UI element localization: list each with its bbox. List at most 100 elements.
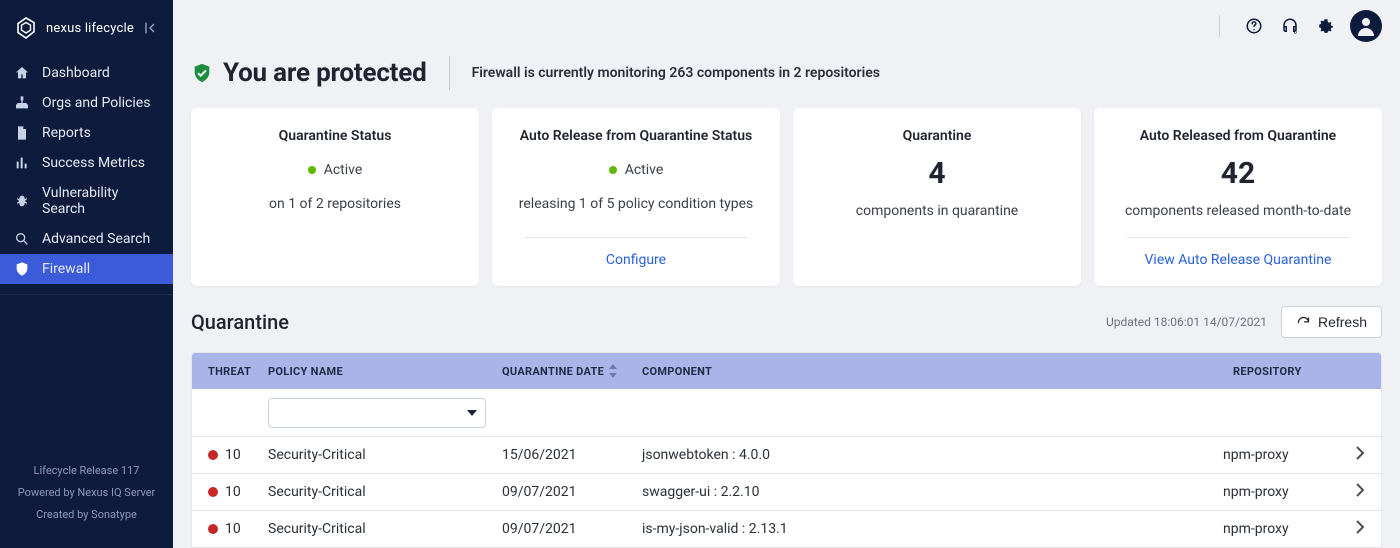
threat-dot-icon	[208, 450, 218, 460]
row-expand[interactable]	[1355, 446, 1365, 464]
status-text: Active	[324, 162, 363, 178]
sidebar-item-success-metrics[interactable]: Success Metrics	[0, 148, 173, 178]
refresh-label: Refresh	[1318, 314, 1367, 330]
section-header: Quarantine Updated 18:06:01 14/07/2021 R…	[191, 306, 1382, 338]
count-value: 42	[1221, 156, 1255, 191]
chevron-down-icon	[467, 408, 477, 418]
th-component[interactable]: COMPONENT	[642, 365, 1233, 378]
table-filter-row	[192, 389, 1381, 437]
card-auto-released-count: Auto Released from Quarantine 42 compone…	[1094, 108, 1382, 286]
sidebar-item-orgs-policies[interactable]: Orgs and Policies	[0, 88, 173, 118]
view-auto-release-link[interactable]: View Auto Release Quarantine	[1145, 252, 1332, 268]
user-avatar[interactable]	[1350, 10, 1382, 42]
status-text: Active	[625, 162, 664, 178]
bar-chart-icon	[14, 155, 30, 171]
sidebar-item-dashboard[interactable]: Dashboard	[0, 58, 173, 88]
th-threat[interactable]: THREAT	[208, 365, 268, 378]
date-cell: 09/07/2021	[502, 521, 642, 537]
status-dot-icon	[308, 166, 316, 174]
policy-filter-select[interactable]	[268, 398, 486, 428]
hero-subtitle: Firewall is currently monitoring 263 com…	[472, 65, 880, 81]
threat-cell: 10	[208, 521, 268, 537]
th-policy[interactable]: POLICY NAME	[268, 365, 502, 378]
file-icon	[14, 125, 30, 141]
support-button[interactable]: 8	[1274, 10, 1306, 42]
sitemap-icon	[14, 95, 30, 111]
sidebar-item-label: Vulnerability Search	[42, 185, 159, 217]
sidebar-item-label: Advanced Search	[42, 231, 150, 247]
sidebar-item-advanced-search[interactable]: Advanced Search	[0, 224, 173, 254]
sidebar-item-reports[interactable]: Reports	[0, 118, 173, 148]
threat-cell: 10	[208, 447, 268, 463]
card-title: Auto Released from Quarantine	[1140, 128, 1336, 144]
svg-text:8: 8	[1294, 29, 1298, 36]
gear-icon	[1317, 17, 1335, 35]
th-repository[interactable]: REPOSITORY	[1233, 365, 1343, 378]
date-cell: 09/07/2021	[502, 484, 642, 500]
card-title: Quarantine Status	[279, 128, 392, 144]
configure-link[interactable]: Configure	[606, 252, 666, 268]
table-row[interactable]: 10 Security-Critical09/07/2021swagger-ui …	[192, 474, 1381, 511]
sidebar-collapse-button[interactable]	[141, 19, 159, 37]
card-divider	[525, 237, 747, 238]
sidebar-item-label: Orgs and Policies	[42, 95, 150, 111]
refresh-icon	[1296, 315, 1311, 330]
quarantine-table: THREAT POLICY NAME QUARANTINE DATE COMPO…	[191, 352, 1382, 548]
sidebar-item-firewall[interactable]: Firewall	[0, 254, 173, 284]
policy-cell: Security-Critical	[268, 484, 502, 500]
help-button[interactable]	[1238, 10, 1270, 42]
refresh-button[interactable]: Refresh	[1281, 306, 1382, 338]
hero: You are protected Firewall is currently …	[191, 56, 1382, 90]
sidebar: nexus lifecycle Dashboard Orgs and Polic…	[0, 0, 173, 548]
status-dot-icon	[609, 166, 617, 174]
logo-hexagon-icon	[14, 16, 38, 40]
footer-powered: Powered by Nexus IQ Server	[10, 482, 163, 504]
component-cell: is-my-json-valid : 2.13.1	[642, 521, 1223, 537]
sidebar-item-label: Success Metrics	[42, 155, 145, 171]
search-icon	[14, 231, 30, 247]
card-quarantine-status: Quarantine Status Active on 1 of 2 repos…	[191, 108, 479, 286]
topbar: 8	[173, 0, 1400, 52]
th-date-label: QUARANTINE DATE	[502, 365, 604, 378]
last-updated: Updated 18:06:01 14/07/2021	[1106, 315, 1267, 329]
row-expand[interactable]	[1355, 520, 1365, 538]
date-cell: 15/06/2021	[502, 447, 642, 463]
footer-created: Created by Sonatype	[10, 504, 163, 526]
threat-value: 10	[225, 521, 241, 537]
headset-icon: 8	[1281, 17, 1299, 35]
count-desc: components in quarantine	[856, 203, 1018, 219]
sidebar-footer: Lifecycle Release 117 Powered by Nexus I…	[0, 446, 173, 548]
threat-cell: 10	[208, 484, 268, 500]
status-cards: Quarantine Status Active on 1 of 2 repos…	[191, 108, 1382, 286]
status-detail: releasing 1 of 5 policy condition types	[519, 196, 754, 212]
table-row[interactable]: 10 Security-Critical09/07/2021is-my-json-…	[192, 511, 1381, 548]
count-value: 4	[928, 156, 945, 191]
threat-dot-icon	[208, 487, 218, 497]
th-date[interactable]: QUARANTINE DATE	[502, 364, 642, 378]
topbar-separator	[1219, 15, 1220, 37]
count-desc: components released month-to-date	[1125, 203, 1351, 219]
component-cell: swagger-ui : 2.2.10	[642, 484, 1223, 500]
bug-icon	[14, 193, 30, 209]
footer-release: Lifecycle Release 117	[10, 460, 163, 482]
threat-value: 10	[225, 484, 241, 500]
card-auto-release-status: Auto Release from Quarantine Status Acti…	[492, 108, 780, 286]
sidebar-item-vulnerability-search[interactable]: Vulnerability Search	[0, 178, 173, 224]
table-row[interactable]: 10Security-Critical15/06/2021jsonwebtoke…	[192, 437, 1381, 474]
collapse-icon	[142, 20, 158, 36]
page-title: You are protected	[223, 58, 427, 88]
main: 8 You are protected Firewall is currentl…	[173, 0, 1400, 548]
card-title: Quarantine	[903, 128, 972, 144]
card-divider	[1127, 237, 1349, 238]
row-expand[interactable]	[1355, 483, 1365, 501]
sidebar-nav: Dashboard Orgs and Policies Reports Succ…	[0, 58, 173, 284]
sidebar-item-label: Dashboard	[42, 65, 110, 81]
settings-button[interactable]	[1310, 10, 1342, 42]
table-header: THREAT POLICY NAME QUARANTINE DATE COMPO…	[192, 353, 1381, 389]
policy-cell: Security-Critical	[268, 521, 502, 537]
section-title: Quarantine	[191, 310, 289, 334]
chevron-right-icon	[1355, 446, 1365, 460]
table-body: 10Security-Critical15/06/2021jsonwebtoke…	[192, 437, 1381, 548]
sidebar-divider	[0, 294, 173, 295]
logo-row: nexus lifecycle	[0, 0, 173, 58]
